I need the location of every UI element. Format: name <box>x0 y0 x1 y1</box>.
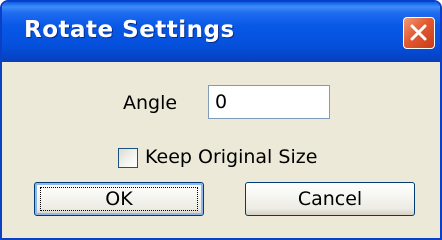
ok-button[interactable]: OK <box>34 182 204 216</box>
close-button[interactable] <box>403 17 435 49</box>
angle-label: Angle <box>123 92 178 114</box>
title-bar[interactable]: Rotate Settings <box>2 2 440 62</box>
dialog-title: Rotate Settings <box>24 17 235 43</box>
angle-input[interactable] <box>208 85 330 119</box>
keep-original-size-label: Keep Original Size <box>145 146 318 168</box>
dialog-body: Angle Keep Original Size OK Cancel <box>2 62 440 238</box>
keep-original-size-checkbox[interactable] <box>118 148 138 168</box>
cancel-button[interactable]: Cancel <box>245 182 415 216</box>
cancel-button-label: Cancel <box>297 188 363 210</box>
close-x-icon <box>410 24 427 41</box>
ok-button-label: OK <box>105 188 133 210</box>
rotate-settings-dialog: Rotate Settings Angle Keep Original Size… <box>0 0 442 240</box>
